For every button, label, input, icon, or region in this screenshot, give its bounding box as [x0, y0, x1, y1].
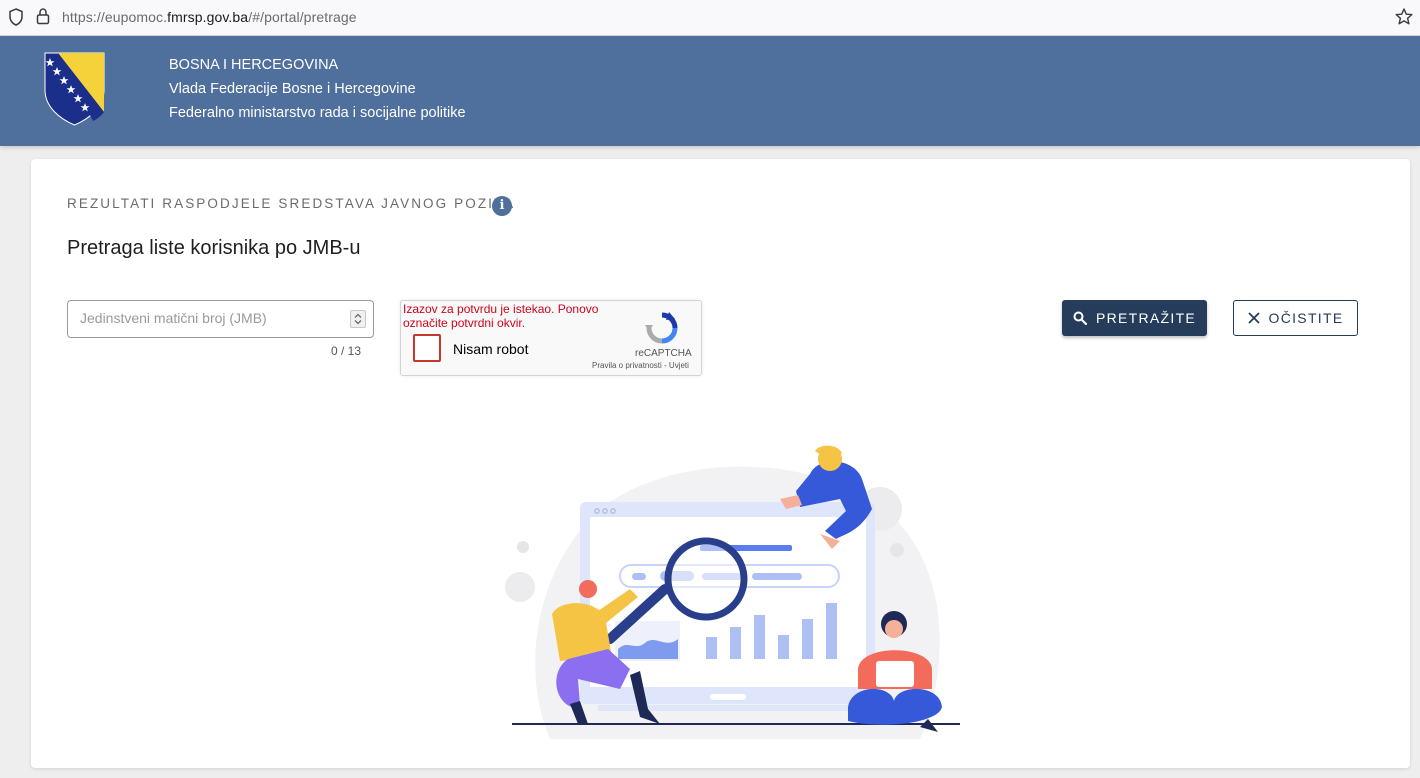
header-country: BOSNA I HERCEGOVINA [169, 57, 339, 73]
search-icon [1073, 311, 1087, 325]
character-counter: 0 / 13 [331, 344, 362, 358]
search-button[interactable]: PRETRAŽITE [1062, 300, 1207, 336]
header-government: Vlada Federacije Bosne i Hercegovine [169, 81, 416, 97]
url-prefix: https://eupomoc. [62, 9, 168, 25]
site-header: BOSNA I HERCEGOVINA Vlada Federacije Bos… [0, 36, 1420, 146]
recaptcha-widget: Izazov za potvrdu je istekao. Ponovo ozn… [400, 300, 702, 376]
recaptcha-terms-link[interactable]: Pravila o privatnosti - Uvjeti [592, 361, 689, 370]
browser-address-bar: https://eupomoc.fmrsp.gov.ba/#/portal/pr… [0, 0, 1420, 36]
clear-button[interactable]: OČISTITE [1233, 300, 1358, 336]
clear-button-label: OČISTITE [1268, 310, 1344, 326]
page-title: Pretraga liste korisnika po JMB-u [67, 237, 361, 259]
recaptcha-logo-icon [645, 312, 678, 344]
search-illustration [505, 445, 960, 739]
number-spinner[interactable] [350, 310, 366, 328]
recaptcha-error: Izazov za potvrdu je istekao. Ponovo ozn… [403, 302, 599, 330]
search-button-label: PRETRAŽITE [1095, 310, 1197, 326]
header-titles: BOSNA I HERCEGOVINA Vlada Federacije Bos… [169, 56, 466, 128]
recaptcha-label: Nisam robot [453, 341, 529, 357]
recaptcha-checkbox[interactable] [413, 334, 441, 362]
search-card: REZULTATI RASPODJELE SREDSTAVA JAVNOG PO… [31, 159, 1410, 768]
url-domain: fmrsp.gov.ba [167, 9, 249, 25]
close-icon [1247, 312, 1260, 324]
coat-of-arms-logo[interactable] [44, 52, 105, 126]
lock-icon[interactable] [36, 7, 50, 25]
bookmark-star-icon[interactable] [1394, 7, 1414, 27]
recaptcha-brand: reCAPTCHA [635, 348, 692, 359]
header-ministry: Federalno ministarstvo rada i socijalne … [169, 105, 466, 121]
info-icon[interactable]: i [492, 196, 512, 216]
section-overline: REZULTATI RASPODJELE SREDSTAVA JAVNOG PO… [67, 196, 516, 211]
jmb-input[interactable] [78, 309, 342, 327]
shield-icon[interactable] [8, 8, 24, 26]
jmb-input-field[interactable] [67, 300, 374, 338]
spinner-arrows-icon [354, 313, 362, 325]
url-field[interactable]: https://eupomoc.fmrsp.gov.ba/#/portal/pr… [62, 9, 357, 25]
url-path: /#/portal/pretrage [248, 9, 357, 25]
